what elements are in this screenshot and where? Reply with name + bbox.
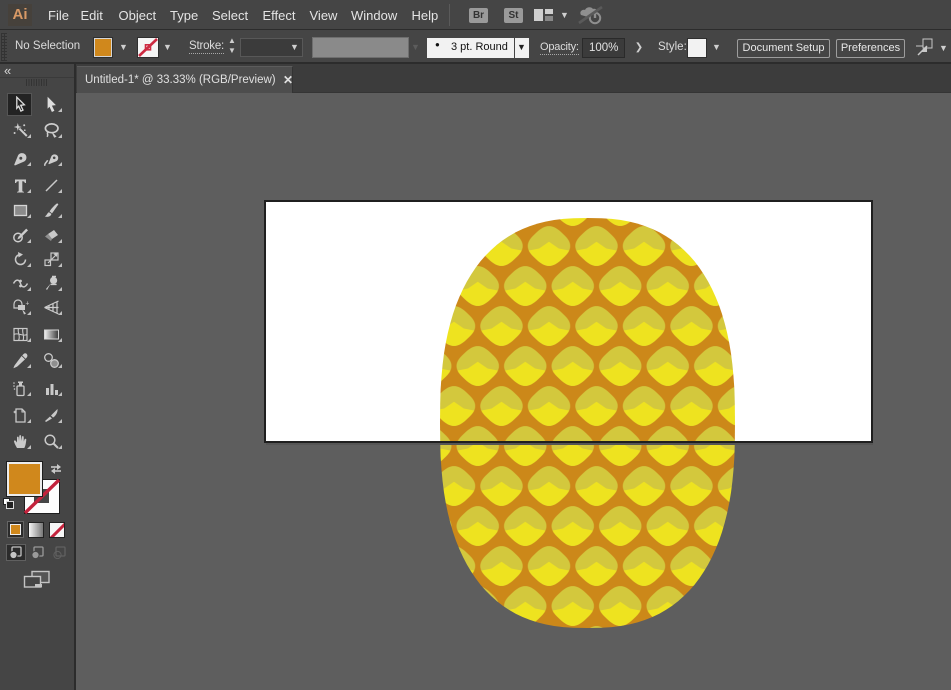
svg-text:+: + (25, 300, 29, 307)
